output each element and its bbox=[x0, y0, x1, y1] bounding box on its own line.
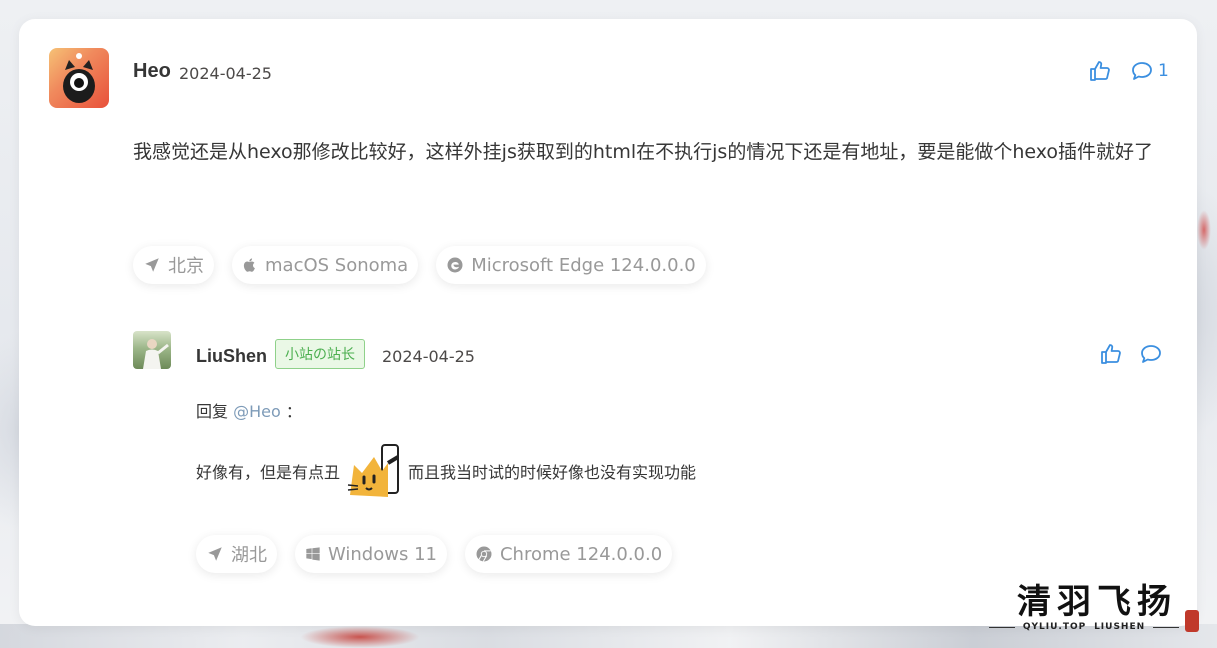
reply-actions bbox=[1099, 342, 1163, 366]
reply-text: 好像有，但是有点丑 而且我当时试的时候好像也没有实现功能 bbox=[196, 441, 696, 505]
reply-browser-text: Chrome 124.0.0.0 bbox=[499, 543, 663, 565]
reply-text-after: 而且我当时试的时候好像也没有实现功能 bbox=[408, 463, 697, 482]
reply-date: 2024-04-25 bbox=[382, 347, 475, 366]
reply-browser-tag: Chrome 124.0.0.0 bbox=[464, 535, 673, 573]
os-text: macOS Sonoma bbox=[265, 254, 409, 276]
browser-tag: Microsoft Edge 124.0.0.0 bbox=[436, 246, 706, 284]
admin-badge: 小站の站长 bbox=[275, 339, 365, 369]
apple-icon bbox=[242, 256, 258, 274]
reply-location-tag: 湖北 bbox=[196, 535, 277, 573]
comment-text: 我感觉还是从hexo那修改比较好，这样外挂js获取到的html在不执行js的情况… bbox=[133, 141, 1154, 163]
logo-title: 清羽飞扬 bbox=[1017, 582, 1177, 622]
comment-actions: 1 bbox=[1088, 59, 1169, 83]
thumbs-up-icon bbox=[1090, 61, 1110, 81]
location-tag: 北京 bbox=[133, 246, 214, 284]
comment-icon bbox=[1132, 62, 1152, 80]
edge-icon bbox=[446, 256, 464, 274]
comment-icon bbox=[1141, 345, 1161, 363]
reply-reply-button[interactable] bbox=[1139, 342, 1163, 366]
windows-icon bbox=[305, 546, 321, 562]
like-button[interactable] bbox=[1088, 59, 1112, 83]
os-tag: macOS Sonoma bbox=[232, 246, 419, 284]
reply-colon: ： bbox=[285, 402, 302, 421]
chrome-icon bbox=[475, 545, 493, 563]
location-text: 北京 bbox=[168, 256, 204, 277]
mention-link[interactable]: @Heo bbox=[233, 402, 281, 421]
avatar-liushen[interactable] bbox=[133, 331, 171, 369]
comment-card: Heo 2024-04-25 1 我感觉还是从hexo那修改比较好，这样外挂js… bbox=[19, 19, 1197, 626]
reply-os-tag: Windows 11 bbox=[295, 535, 447, 573]
logo-subtitle-right: LIUSHEN bbox=[1094, 622, 1146, 632]
reply-count: 1 bbox=[1158, 61, 1169, 81]
reply-like-button[interactable] bbox=[1099, 342, 1123, 366]
comment-date: 2024-04-25 bbox=[179, 64, 272, 83]
browser-text: Microsoft Edge 124.0.0.0 bbox=[471, 254, 696, 276]
avatar-heo[interactable] bbox=[49, 48, 109, 108]
red-seal-icon bbox=[1185, 610, 1199, 632]
logo-subtitle: QYLIU.TOP LIUSHEN bbox=[989, 622, 1179, 632]
site-logo-watermark: 清羽飞扬 QYLIU.TOP LIUSHEN bbox=[989, 572, 1199, 642]
cat-sticker-emoji bbox=[344, 443, 404, 503]
logo-subtitle-left: QYLIU.TOP bbox=[1022, 622, 1087, 632]
comment-author[interactable]: Heo bbox=[133, 60, 171, 83]
location-arrow-icon bbox=[206, 545, 224, 563]
location-arrow-icon bbox=[143, 256, 161, 274]
reply-author[interactable]: LiuShen bbox=[196, 346, 267, 367]
reply-button[interactable]: 1 bbox=[1130, 59, 1169, 83]
reply-location-text: 湖北 bbox=[231, 545, 267, 566]
reply-os-text: Windows 11 bbox=[328, 543, 437, 565]
thumbs-up-icon bbox=[1101, 344, 1121, 364]
reply-text-before: 好像有，但是有点丑 bbox=[196, 463, 341, 482]
reply-header-line: 回复 @Heo ： bbox=[196, 398, 302, 422]
reply-meta: 湖北 Windows 11 Chrome 124.0.0.0 bbox=[196, 535, 673, 573]
reply-prefix: 回复 bbox=[196, 402, 229, 421]
comment-meta: 北京 macOS Sonoma Microsoft Edge 124.0.0.0 bbox=[133, 246, 706, 284]
